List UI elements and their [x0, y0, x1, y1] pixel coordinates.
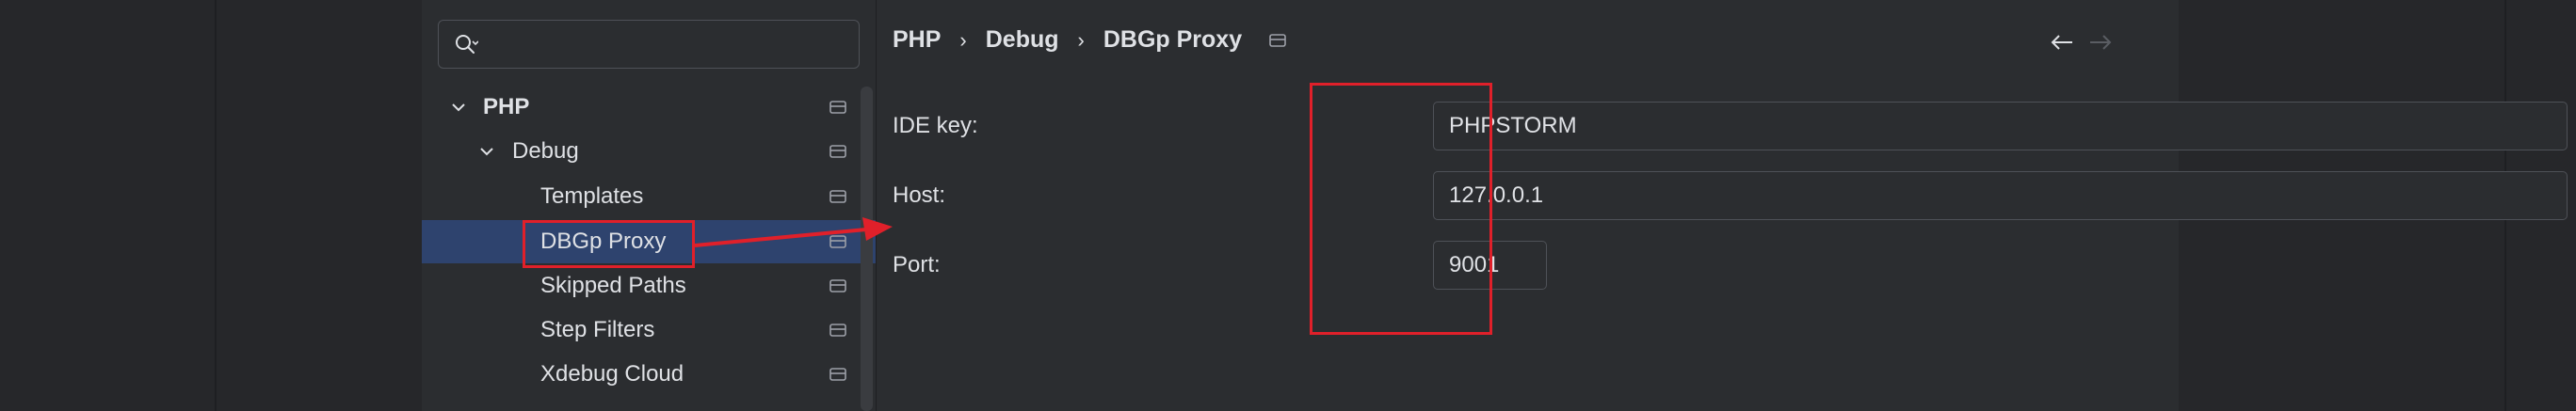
ide-key-field[interactable]: PHPSTORM: [1433, 102, 2568, 150]
ide-key-label: IDE key:: [893, 113, 978, 138]
breadcrumb-item-php[interactable]: PHP: [893, 26, 941, 54]
host-field[interactable]: 127.0.0.1: [1433, 171, 2568, 220]
chevron-down-icon[interactable]: [478, 143, 495, 160]
settings-content: PHP › Debug › DBGp Proxy IDE key: PHPSTO…: [877, 0, 2568, 411]
page-icon: [829, 101, 846, 114]
sidebar-scrollbar[interactable]: [861, 87, 873, 411]
breadcrumb-separator: ›: [959, 27, 967, 52]
breadcrumb-item-dbgp-proxy: DBGp Proxy: [1103, 26, 1243, 53]
chevron-down-icon[interactable]: [450, 99, 467, 116]
settings-dialog: PHP Debug Templates DBGp Proxy Skipped P…: [422, 0, 2568, 411]
back-arrow-icon[interactable]: [2049, 33, 2075, 52]
page-icon: [829, 324, 846, 337]
search-icon: [456, 35, 478, 54]
tree-item-label: Xdebug Cloud: [540, 361, 684, 387]
tree-item-step-filters[interactable]: Step Filters: [422, 308, 876, 352]
background-left: [0, 0, 422, 411]
tree-item-label: Step Filters: [540, 317, 655, 342]
page-icon: [829, 279, 846, 292]
tree-item-label: PHP: [483, 94, 530, 119]
page-icon: [829, 190, 846, 203]
tree-item-php[interactable]: PHP: [422, 86, 876, 129]
search-input[interactable]: [438, 20, 860, 69]
port-label: Port:: [893, 252, 941, 277]
host-label: Host:: [893, 182, 946, 208]
tree-item-label: Skipped Paths: [540, 273, 686, 298]
tree-item-debug[interactable]: Debug: [422, 130, 876, 173]
breadcrumb-item-debug[interactable]: Debug: [986, 26, 1059, 54]
tree-item-templates[interactable]: Templates: [422, 175, 876, 218]
annotation-box-fields: [1310, 83, 1492, 335]
page-icon: [829, 145, 846, 158]
tree-item-xdebug-cloud[interactable]: Xdebug Cloud: [422, 353, 876, 396]
breadcrumb: PHP › Debug › DBGp Proxy: [893, 26, 1287, 54]
tree-item-label: Templates: [540, 183, 644, 209]
annotation-box-selected-item: [523, 220, 695, 268]
page-icon: [829, 235, 846, 248]
settings-sidebar: PHP Debug Templates DBGp Proxy Skipped P…: [422, 0, 877, 411]
breadcrumb-separator: ›: [1077, 27, 1085, 52]
forward-arrow-icon[interactable]: [2087, 33, 2114, 52]
page-icon: [829, 368, 846, 381]
tree-item-label: Debug: [512, 138, 579, 164]
page-icon: [1269, 33, 1286, 47]
tree-item-skipped-paths[interactable]: Skipped Paths: [422, 264, 876, 308]
background-divider: [215, 0, 217, 411]
